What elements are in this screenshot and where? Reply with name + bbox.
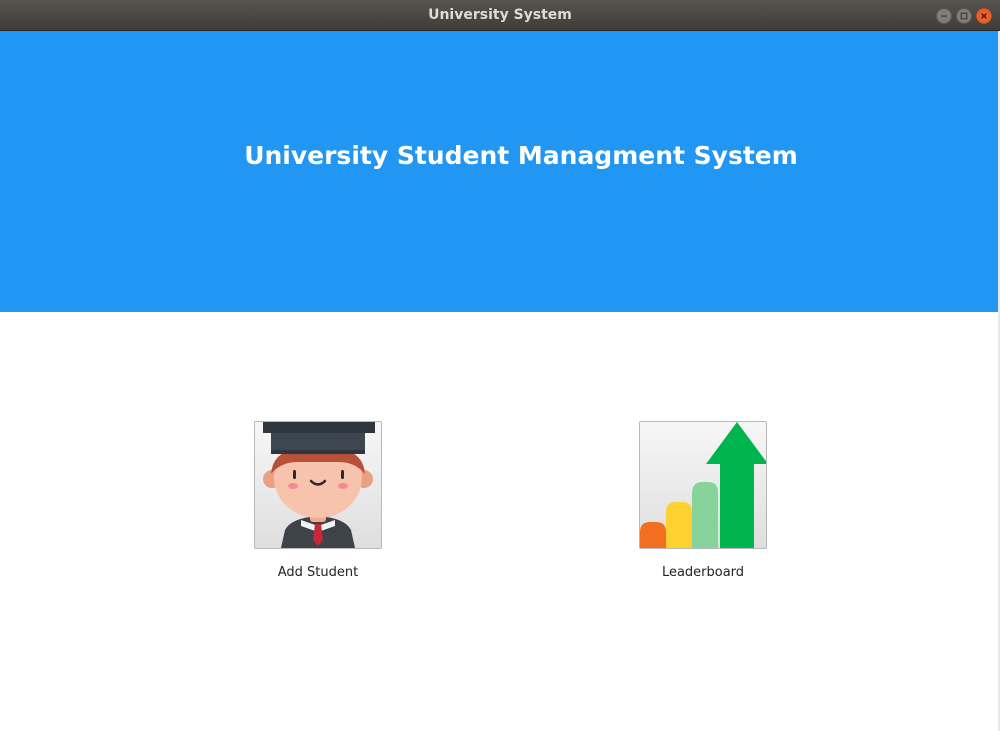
leaderboard-chart-icon xyxy=(640,422,766,548)
header-banner: University Student Managment System xyxy=(0,31,998,312)
leaderboard-button[interactable] xyxy=(639,421,767,549)
minimize-icon xyxy=(941,15,947,17)
close-icon xyxy=(981,13,987,19)
leaderboard-tile: Leaderboard xyxy=(623,421,783,580)
page-title: University Student Managment System xyxy=(244,141,798,170)
window-title: University System xyxy=(428,7,572,23)
add-student-tile: Add Student xyxy=(238,421,398,580)
maximize-button[interactable] xyxy=(956,8,972,24)
app-window: University System University Student Man… xyxy=(0,0,1000,731)
student-graduate-icon xyxy=(263,422,375,548)
title-bar[interactable]: University System xyxy=(0,0,1000,31)
close-button[interactable] xyxy=(976,8,992,24)
leaderboard-label: Leaderboard xyxy=(661,565,745,580)
maximize-icon xyxy=(960,12,968,20)
add-student-label: Add Student xyxy=(277,565,359,580)
add-student-button[interactable] xyxy=(254,421,382,549)
minimize-button[interactable] xyxy=(936,8,952,24)
